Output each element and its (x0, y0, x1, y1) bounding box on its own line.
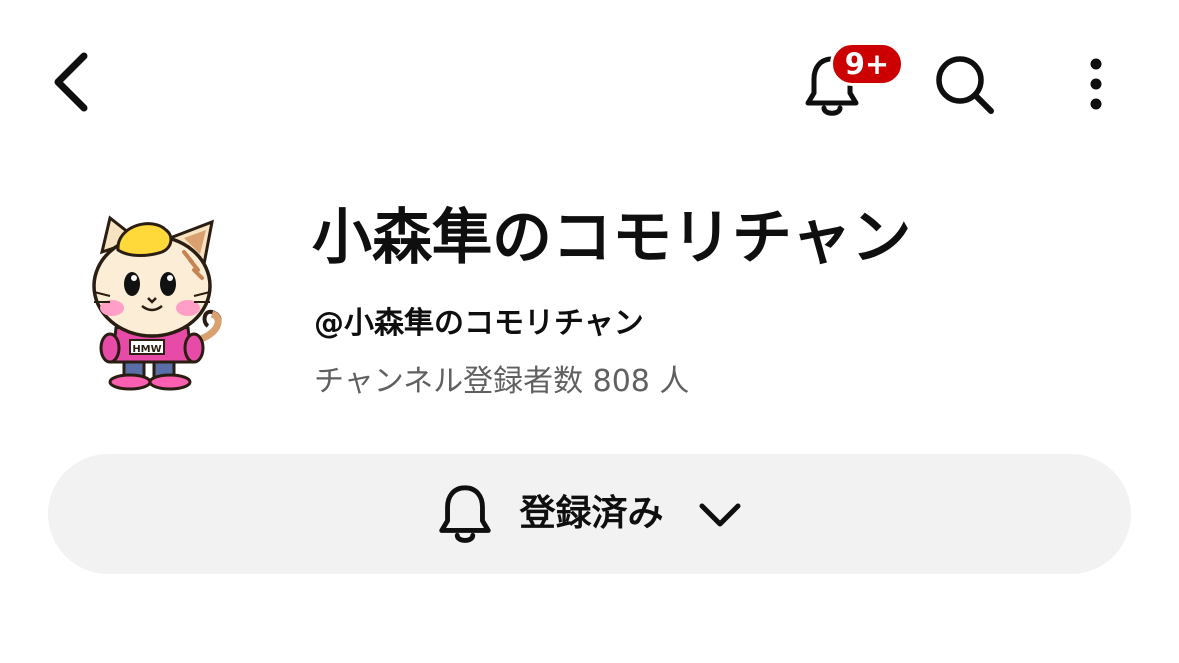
svg-text:HMW: HMW (132, 344, 161, 355)
top-app-bar: 9+ (0, 0, 1179, 170)
search-button[interactable] (928, 48, 1000, 120)
cat-mascot-avatar: HMW (92, 215, 222, 391)
search-icon (936, 56, 994, 114)
subscriber-count: チャンネル登録者数 808 人 (314, 364, 690, 399)
notification-count-badge: 9+ (830, 42, 904, 86)
channel-avatar[interactable]: HMW (80, 212, 232, 392)
back-button[interactable] (40, 50, 100, 114)
channel-handle: @小森隼のコモリチャン (314, 306, 644, 341)
subscribed-label: 登録済み (519, 493, 664, 534)
more-options-button[interactable] (1068, 48, 1124, 120)
chevron-left-icon (54, 52, 88, 112)
subscribed-button-content: 登録済み (435, 482, 743, 546)
more-vertical-icon (1090, 58, 1102, 110)
chevron-down-icon (699, 503, 740, 527)
subscribed-button[interactable]: 登録済み (48, 454, 1131, 574)
bell-icon (439, 485, 492, 543)
channel-name: 小森隼のコモリチャン (312, 203, 912, 273)
